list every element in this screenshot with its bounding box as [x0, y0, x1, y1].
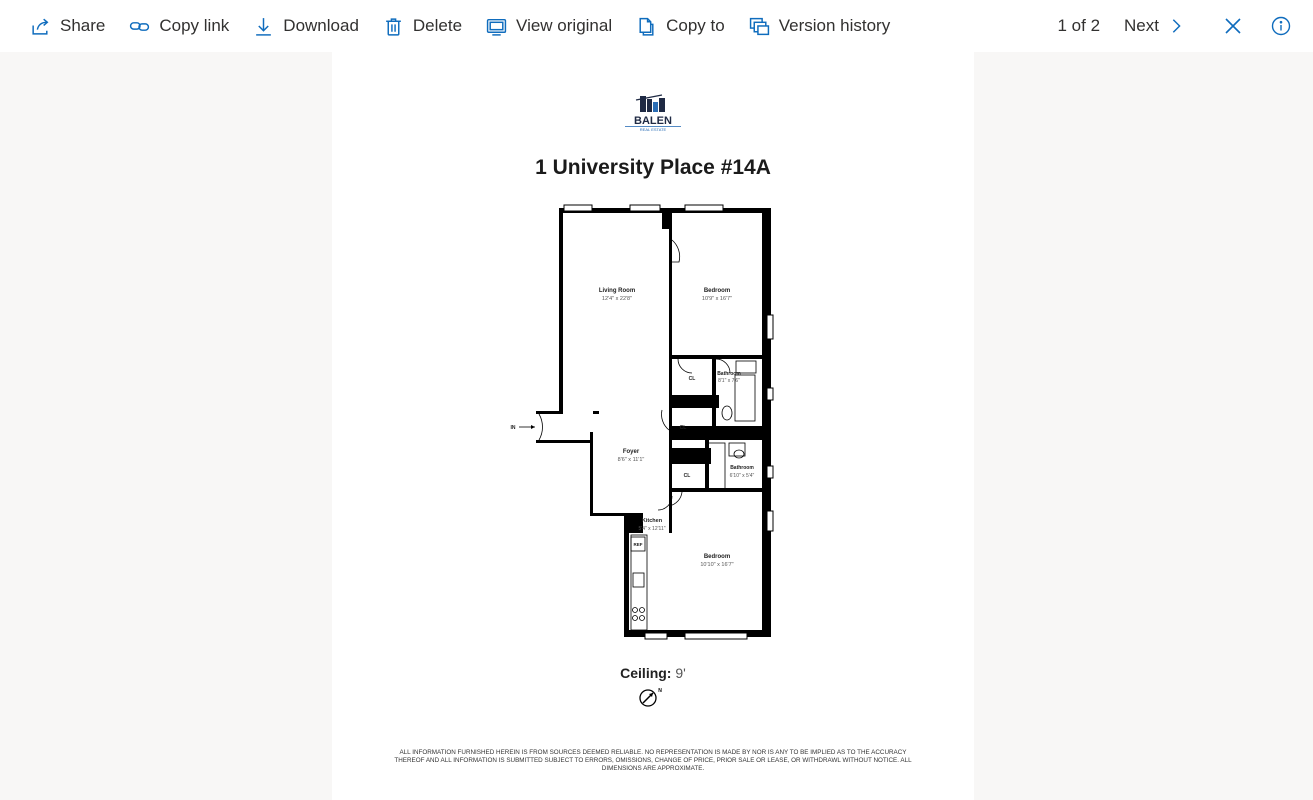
close-button[interactable]	[1223, 0, 1243, 52]
download-button[interactable]: Download	[253, 0, 359, 52]
room-name-foyer: Foyer	[623, 449, 640, 455]
view-original-icon	[486, 18, 507, 36]
copy-link-icon	[130, 21, 150, 31]
closet-label-3: CL	[684, 473, 691, 479]
delete-label: Delete	[412, 16, 463, 35]
room-dims-living-room: 12'4" x 22'8"	[602, 296, 632, 302]
view-original-label: View original	[516, 16, 613, 35]
room-name-bathroom-1: Bathroom	[717, 371, 741, 377]
download-icon	[256, 17, 272, 36]
room-name-bathroom-2: Bathroom	[730, 465, 754, 471]
ceiling-value: 9'	[675, 665, 686, 681]
share-button[interactable]: Share	[30, 0, 105, 52]
info-icon	[1271, 16, 1291, 36]
copy-to-label: Copy to	[666, 16, 725, 35]
closet-label-2: CL	[680, 425, 687, 431]
copy-link-label: Copy link	[159, 16, 230, 35]
version-history-label: Version history	[778, 16, 891, 35]
balen-logo: BALEN REAL ESTATE	[625, 94, 681, 132]
disclaimer-text: ALL INFORMATION FURNISHED HEREIN IS FROM…	[394, 749, 912, 772]
ceiling-height: Ceiling: 9'	[332, 665, 974, 681]
room-dims-foyer: 8'6" x 11'1"	[618, 457, 645, 463]
command-bar-actions: Share Copy link Download Delete View ori…	[30, 0, 914, 52]
document-viewer[interactable]: BALEN REAL ESTATE 1 University Place #14…	[0, 52, 1313, 800]
room-dims-bathroom-2: 6'10" x 5'4"	[730, 473, 755, 479]
entry-label: IN	[511, 425, 516, 431]
close-icon	[1225, 18, 1241, 34]
view-original-button[interactable]: View original	[486, 0, 612, 52]
delete-button[interactable]: Delete	[383, 0, 462, 52]
copy-link-button[interactable]: Copy link	[129, 0, 229, 52]
listing-title: 1 University Place #14A	[535, 156, 771, 179]
delete-icon	[386, 17, 401, 36]
floor-plan: IN Living Room 12'4" x 22'8" Bedroom 10'…	[511, 204, 774, 640]
room-dims-bathroom-1: 8'1" x 7'6"	[718, 378, 740, 384]
copy-to-icon	[639, 17, 654, 36]
command-bar-navigation: 1 of 2 Next	[1057, 0, 1313, 52]
compass-icon: N	[639, 688, 662, 707]
room-dims-kitchen: 5'4" x 12'11"	[638, 526, 665, 532]
room-name-bedroom-2: Bedroom	[704, 554, 730, 560]
page-counter: 1 of 2	[1057, 16, 1101, 35]
share-icon	[32, 18, 49, 35]
logo-subtext: REAL ESTATE	[640, 127, 667, 132]
room-dims-bedroom-1: 10'9" x 16'7"	[702, 296, 732, 302]
room-dims-bedroom-2: 10'10" x 16'7"	[700, 562, 733, 568]
next-label: Next	[1124, 16, 1159, 35]
command-bar: Share Copy link Download Delete View ori…	[0, 0, 1313, 52]
room-name-living-room: Living Room	[599, 288, 635, 294]
next-button[interactable]: Next	[1124, 0, 1185, 52]
compass-north-label: N	[658, 688, 662, 694]
download-label: Download	[283, 16, 359, 35]
copy-to-button[interactable]: Copy to	[636, 0, 725, 52]
logo-text: BALEN	[634, 115, 672, 127]
ceiling-label: Ceiling:	[620, 665, 672, 681]
closet-label-1: CL	[689, 376, 696, 382]
version-history-icon	[749, 17, 769, 35]
chevron-right-icon	[1172, 19, 1181, 33]
share-label: Share	[60, 16, 106, 35]
document-page: BALEN REAL ESTATE 1 University Place #14…	[332, 52, 974, 800]
info-button[interactable]	[1271, 0, 1291, 52]
room-name-bedroom-1: Bedroom	[704, 288, 730, 294]
version-history-button[interactable]: Version history	[749, 0, 891, 52]
room-name-kitchen: Kitchen	[642, 518, 663, 524]
appliance-label: REF	[634, 542, 643, 547]
